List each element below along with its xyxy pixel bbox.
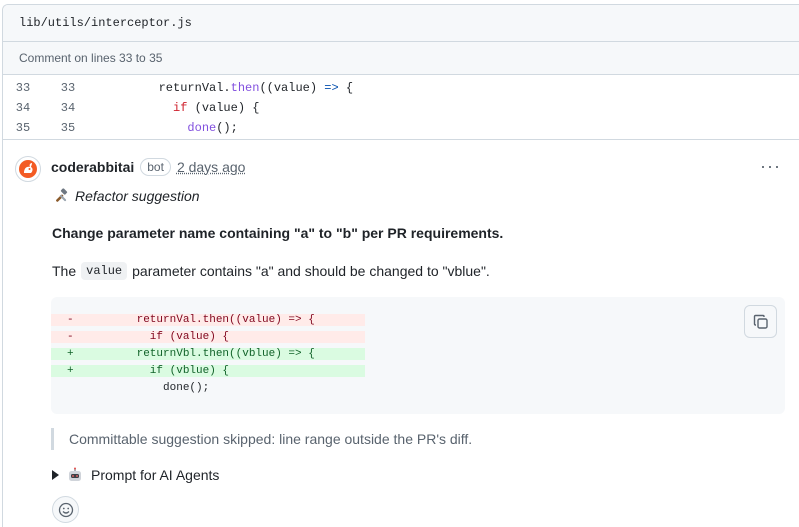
avatar[interactable] [15, 156, 41, 182]
diff-line-added: + returnVbl.then((vblue) => { [51, 345, 785, 362]
diff-sign: + [51, 347, 97, 360]
file-path[interactable]: lib/utils/interceptor.js [19, 16, 192, 30]
old-line-number[interactable]: 34 [3, 101, 43, 115]
copy-button[interactable] [744, 305, 777, 338]
comment-body: The value parameter contains "a" and sho… [52, 262, 490, 280]
code-row: 33 33 returnVal.then((value) => { [3, 78, 799, 98]
old-line-number[interactable]: 33 [3, 81, 43, 95]
suggestion-heading: Change parameter name containing "a" to … [52, 225, 504, 241]
diff-sign [51, 382, 97, 394]
copy-icon [753, 314, 768, 329]
comment-timestamp[interactable]: 2 days ago [177, 159, 246, 175]
diff-line-removed: - if (value) { [51, 328, 785, 345]
comment-header: coderabbitai bot 2 days ago [51, 158, 245, 176]
diff-line-context: done(); [51, 379, 785, 396]
inline-code: value [81, 262, 128, 280]
range-text: Comment on lines 33 to 35 [19, 51, 163, 65]
author-name[interactable]: coderabbitai [51, 159, 134, 175]
suggestion-diff: - returnVal.then((value) => {- if (value… [51, 297, 785, 414]
new-line-number[interactable]: 33 [43, 81, 93, 95]
diff-code: returnVbl.then((vblue) => { [97, 347, 365, 360]
details-toggle[interactable]: Prompt for AI Agents [52, 467, 219, 483]
review-comment: coderabbitai bot 2 days ago ··· Refactor… [3, 140, 799, 527]
code-row: 35 35 done(); [3, 118, 799, 138]
new-line-number[interactable]: 34 [43, 101, 93, 115]
diff-line-removed: - returnVal.then((value) => { [51, 311, 785, 328]
code-line: returnVal.then((value) => { [158, 81, 354, 95]
code-line: if (value) { [173, 101, 260, 115]
diff-code: done(); [97, 381, 210, 394]
refactor-label: Refactor suggestion [53, 188, 200, 204]
details-label: Prompt for AI Agents [91, 467, 220, 483]
diff-sign: - [51, 330, 97, 343]
file-header: lib/utils/interceptor.js [3, 5, 799, 42]
refactor-text: Refactor suggestion [75, 188, 200, 204]
rabbit-logo-icon [19, 160, 37, 178]
hammer-wrench-icon [56, 188, 68, 202]
diff-sign: + [51, 364, 97, 377]
old-line-number[interactable]: 35 [3, 121, 43, 135]
diff-code: returnVal.then((value) => { [97, 313, 365, 326]
comment-range-label: Comment on lines 33 to 35 [3, 42, 799, 75]
kebab-menu-icon[interactable]: ··· [760, 156, 781, 177]
diff-code: if (vblue) { [97, 364, 365, 377]
file-comment-box: lib/utils/interceptor.js Comment on line… [2, 4, 799, 527]
skipped-note: Committable suggestion skipped: line ran… [69, 431, 473, 447]
code-line: done(); [187, 121, 238, 135]
add-reaction-button[interactable] [52, 496, 79, 523]
bot-badge: bot [140, 158, 171, 176]
diff-code: if (value) { [97, 330, 365, 343]
code-row: 34 34 if (value) { [3, 98, 799, 118]
diff-sign: - [51, 313, 97, 326]
new-line-number[interactable]: 35 [43, 121, 93, 135]
diff-line-added: + if (vblue) { [51, 362, 785, 379]
code-snippet: 33 33 returnVal.then((value) => { 34 34 … [3, 75, 799, 140]
smiley-icon [58, 502, 73, 517]
blockquote-note: Committable suggestion skipped: line ran… [51, 428, 472, 450]
disclosure-triangle-icon [52, 470, 59, 480]
robot-icon [69, 467, 81, 481]
